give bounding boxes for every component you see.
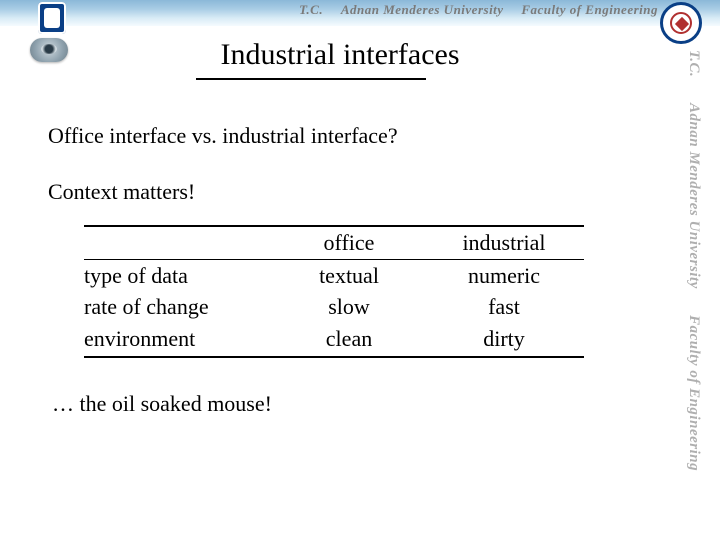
side-university: Adnan Menderes University (686, 103, 702, 289)
header-faculty: Faculty of Engineering (521, 2, 658, 17)
table-cell-a: slow (274, 291, 424, 323)
table-header-industrial: industrial (424, 226, 584, 259)
table-row: type of data textual numeric (84, 259, 584, 291)
table-header-office: office (274, 226, 424, 259)
table-cell-label: type of data (84, 259, 274, 291)
table-header-blank (84, 226, 274, 259)
table-header-row: office industrial (84, 226, 584, 259)
footer-note: … the oil soaked mouse! (52, 390, 650, 418)
body-area: Office interface vs. industrial interfac… (48, 122, 650, 418)
slide: T.C. Adnan Menderes University Faculty o… (0, 0, 720, 540)
table-row: environment clean dirty (84, 323, 584, 358)
header-bar: T.C. Adnan Menderes University Faculty o… (0, 0, 720, 26)
body-line-1: Office interface vs. industrial interfac… (48, 122, 650, 150)
table-cell-a: clean (274, 323, 424, 358)
table-cell-label: environment (84, 323, 274, 358)
table-cell-b: numeric (424, 259, 584, 291)
side-watermark: T.C. Adnan Menderes University Faculty o… (674, 50, 718, 530)
side-tc: T.C. (686, 50, 702, 77)
table-cell-b: fast (424, 291, 584, 323)
table-row: rate of change slow fast (84, 291, 584, 323)
table-cell-a: textual (274, 259, 424, 291)
side-faculty: Faculty of Engineering (686, 315, 702, 471)
side-watermark-text: T.C. Adnan Menderes University Faculty o… (685, 50, 702, 493)
comparison-table: office industrial type of data textual n… (84, 225, 584, 358)
header-caption: T.C. Adnan Menderes University Faculty o… (285, 2, 658, 18)
header-university: Adnan Menderes University (341, 2, 504, 17)
header-tc: T.C. (299, 2, 323, 17)
body-line-2: Context matters! (48, 178, 650, 206)
slide-title: Industrial interfaces (0, 38, 680, 72)
university-crest-icon (38, 2, 66, 34)
table-cell-label: rate of change (84, 291, 274, 323)
table-cell-b: dirty (424, 323, 584, 358)
title-underline (196, 78, 426, 80)
